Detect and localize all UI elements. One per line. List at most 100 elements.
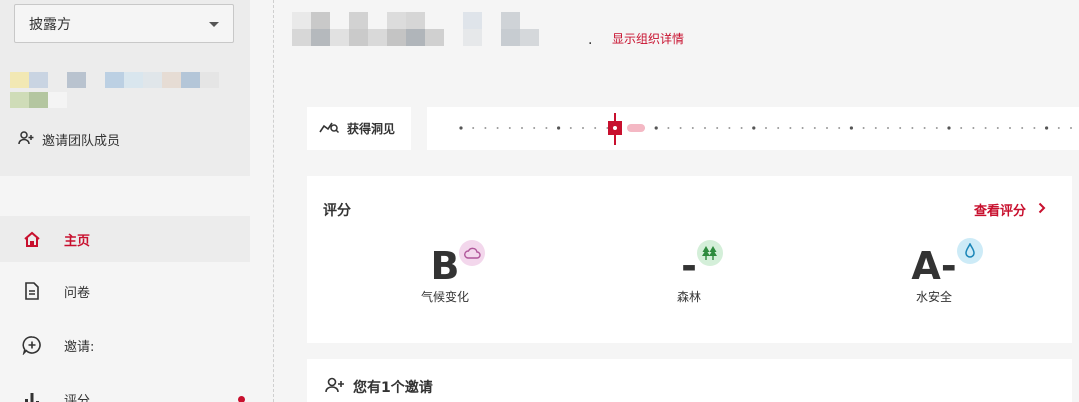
get-insights-label: 获得洞见 [347, 122, 396, 136]
score-label: 水安全 [915, 290, 952, 304]
timeline-dot [935, 127, 938, 129]
show-org-details-link[interactable]: 显示组织详情 [612, 30, 684, 47]
timeline-dot [594, 127, 597, 129]
timeline-dot [1009, 127, 1011, 129]
timeline-dot [801, 127, 804, 129]
timeline-dot [557, 126, 561, 130]
timeline-dot [533, 127, 536, 129]
timeline-dot [777, 127, 780, 129]
view-scores-link[interactable]: 查看评分 [974, 200, 1046, 219]
sidebar-divider [273, 0, 274, 402]
document-icon [22, 281, 42, 301]
add-user-icon [325, 377, 345, 397]
timeline-dot [984, 127, 987, 129]
timeline-dot [496, 127, 499, 129]
cloud-icon [459, 240, 485, 266]
timeline-dot [1033, 127, 1036, 129]
timeline-dot [960, 127, 963, 129]
timeline-dot [740, 127, 743, 129]
sidebar: 披露方 邀请团队成员 主页 问卷 邀请: 评分 [0, 0, 250, 402]
insights-timeline[interactable] [427, 107, 1079, 150]
water-drop-icon [957, 238, 983, 264]
timeline-marker-dot [613, 126, 617, 130]
discloser-select[interactable]: 披露方 [14, 4, 234, 43]
sidebar-item-label: 评分 [64, 393, 91, 402]
score-climate[interactable]: B 气候变化 [415, 240, 485, 305]
view-scores-label: 查看评分 [973, 204, 1026, 219]
timeline-dot [472, 127, 475, 129]
score-label: 森林 [676, 290, 701, 304]
sidebar-item-scores[interactable]: 评分 [0, 376, 250, 402]
timeline-dot [849, 126, 853, 130]
sidebar-item-invitations[interactable]: 邀请: [0, 322, 250, 368]
timeline-dot [826, 127, 828, 129]
timeline-dot [862, 127, 865, 129]
timeline-dot [716, 127, 719, 129]
timeline-dot [789, 127, 792, 129]
timeline-dot [679, 127, 682, 129]
scores-card: 评分 查看评分 B 气候变化 - 森林 A- 水安全 [307, 176, 1072, 343]
timeline-dot [654, 126, 658, 130]
timeline-dot [728, 127, 731, 129]
timeline-dot [874, 127, 877, 129]
chevron-down-icon [209, 22, 219, 27]
timeline-dot [521, 127, 523, 129]
sidebar-item-label: 问卷 [64, 285, 91, 301]
invitations-title: 您有1个邀请 [353, 380, 433, 396]
timeline-dot [887, 127, 889, 129]
timeline-dot [765, 127, 767, 129]
timeline-dot [923, 127, 926, 129]
org-title-period: . [588, 32, 593, 48]
add-user-icon [18, 130, 35, 149]
timeline-dot [947, 126, 951, 130]
score-water-security[interactable]: A- 水安全 [911, 238, 983, 305]
get-insights-button[interactable]: 获得洞见 [307, 107, 411, 150]
timeline-dot [813, 127, 816, 129]
score-forests[interactable]: - 森林 [667, 240, 723, 305]
blurred-org-name [10, 72, 219, 88]
timeline-highlight-pill [627, 124, 645, 132]
score-grade: A- [911, 244, 957, 288]
timeline-dot [911, 127, 914, 129]
invitations-header[interactable]: 您有1个邀请 [325, 377, 433, 397]
timeline-dot [899, 127, 902, 129]
timeline-dot [667, 127, 670, 129]
timeline-dot [569, 127, 572, 129]
sidebar-account-panel: 披露方 邀请团队成员 [0, 0, 250, 176]
timeline-dot [752, 126, 756, 130]
sidebar-item-questionnaire[interactable]: 问卷 [0, 268, 250, 314]
timeline-dot [1045, 126, 1049, 130]
invite-team-member-button[interactable]: 邀请团队成员 [18, 130, 120, 149]
timeline-dot [484, 127, 487, 129]
score-label: 气候变化 [420, 290, 469, 304]
chevron-right-icon [1038, 202, 1046, 218]
bar-chart-icon [22, 389, 42, 402]
timeline-dot [459, 126, 463, 130]
invitations-card: 您有1个邀请 [307, 359, 1072, 402]
tree-icon [697, 240, 723, 266]
timeline-dot [838, 127, 841, 129]
chat-add-icon [22, 335, 42, 355]
timeline-dot [1021, 127, 1024, 129]
blurred-org-title [292, 12, 572, 46]
insights-chart-icon [319, 120, 340, 137]
timeline-dot [972, 127, 975, 129]
timeline-dot [545, 127, 548, 129]
timeline-dot [996, 127, 999, 129]
sidebar-item-label: 主页 [64, 233, 91, 249]
home-icon [22, 229, 42, 249]
invite-team-member-label: 邀请团队成员 [42, 134, 121, 149]
scores-title: 评分 [323, 203, 351, 219]
timeline-dot [508, 127, 511, 129]
timeline-dot [1057, 127, 1060, 129]
notification-dot [238, 396, 245, 402]
discloser-select-value: 披露方 [29, 16, 71, 33]
timeline-dot [704, 127, 706, 129]
sidebar-item-label: 邀请: [64, 339, 95, 355]
timeline-track [459, 113, 1072, 145]
timeline-dot [691, 127, 694, 129]
sidebar-item-home[interactable]: 主页 [0, 216, 250, 262]
timeline-dot [582, 127, 584, 129]
blurred-org-name-line2 [10, 92, 67, 108]
timeline-dot [1070, 127, 1072, 129]
